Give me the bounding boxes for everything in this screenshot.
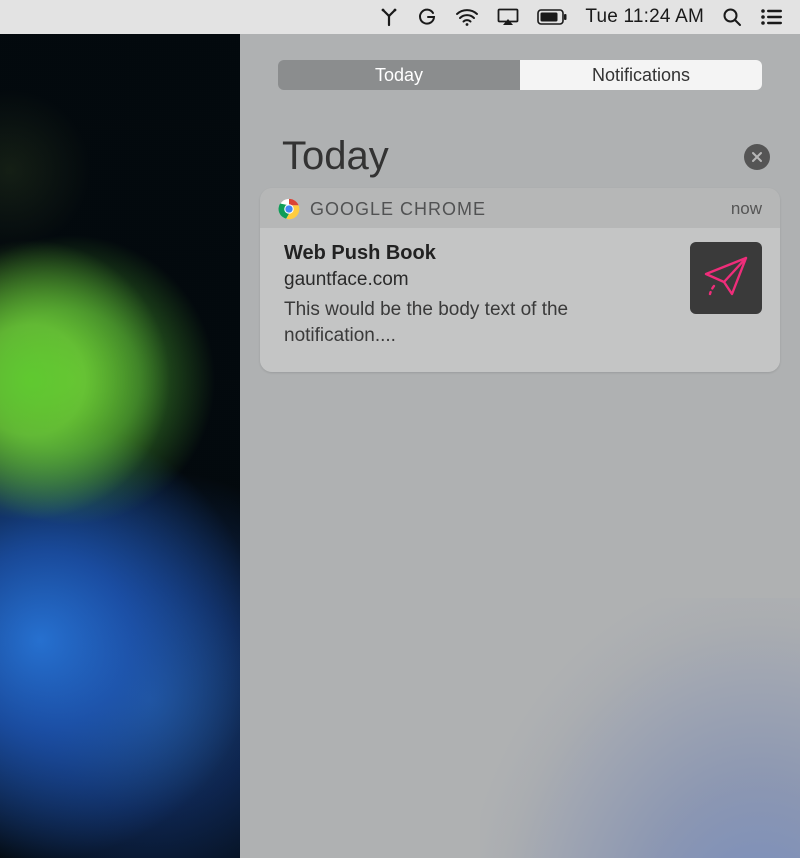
clear-button[interactable] [744, 144, 770, 170]
notification-center-panel: Today Notifications Today [240, 34, 800, 858]
notification-text: Web Push Book gauntface.com This would b… [284, 242, 676, 348]
notification-center-icon[interactable] [760, 8, 782, 26]
wallpaper-glow [480, 598, 800, 858]
tab-notifications-label: Notifications [592, 65, 690, 86]
tab-today-label: Today [375, 65, 423, 86]
nc-heading-row: Today [282, 134, 770, 179]
notification-card[interactable]: GOOGLE CHROME now Web Push Book gauntfac… [260, 188, 780, 372]
menu-bar: Tue 11:24 AM [0, 0, 800, 34]
desktop-wallpaper [0, 0, 240, 858]
notification-body: This would be the body text of the notif… [284, 297, 676, 348]
tab-notifications[interactable]: Notifications [520, 60, 762, 90]
fork-icon[interactable] [379, 7, 399, 27]
chrome-icon [278, 198, 300, 220]
notification-card-body: Web Push Book gauntface.com This would b… [260, 228, 780, 372]
notification-app-name: GOOGLE CHROME [310, 199, 721, 220]
nc-heading-title: Today [282, 134, 389, 179]
paper-plane-icon [700, 250, 752, 307]
notification-domain: gauntface.com [284, 269, 676, 291]
search-icon[interactable] [722, 7, 742, 27]
nc-tabs: Today Notifications [278, 60, 762, 90]
menu-bar-clock[interactable]: Tue 11:24 AM [585, 6, 704, 28]
notification-thumbnail [690, 242, 762, 314]
g-letter-icon[interactable] [417, 7, 437, 27]
notification-timestamp: now [731, 199, 762, 219]
battery-icon[interactable] [537, 9, 567, 25]
notification-title: Web Push Book [284, 242, 676, 265]
tab-today[interactable]: Today [278, 60, 520, 90]
airplay-icon[interactable] [497, 8, 519, 26]
wifi-icon[interactable] [455, 7, 479, 27]
notification-card-header: GOOGLE CHROME now [260, 188, 780, 228]
screen: Tue 11:24 AM Today Notifications Today [0, 0, 800, 858]
